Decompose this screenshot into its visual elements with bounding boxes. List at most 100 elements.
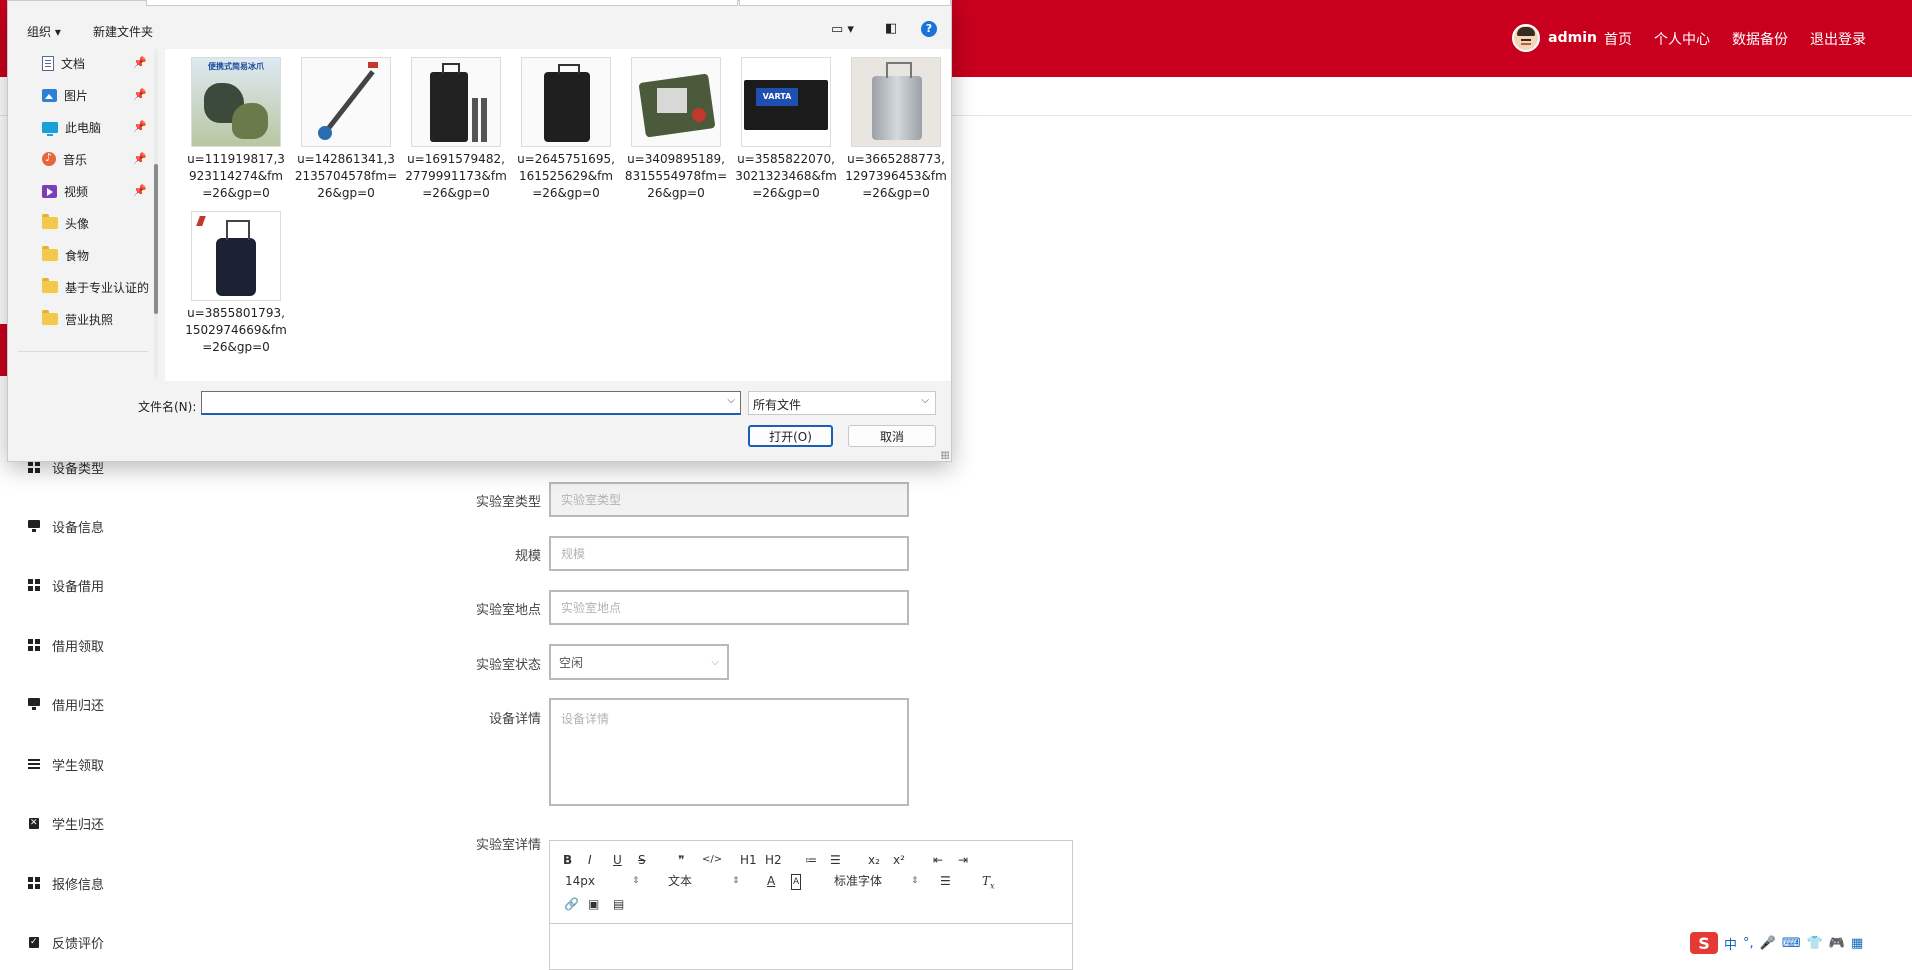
superscript-button[interactable]: x² [893, 853, 905, 867]
header-type-picker[interactable]: 文本 [668, 874, 692, 888]
strike-button[interactable]: S [638, 853, 646, 867]
top-nav: 首页 个人中心 数据备份 退出登录 [1604, 29, 1866, 49]
sidebar-item-borrow-return[interactable]: 借用归还 [28, 693, 104, 715]
resize-grip[interactable] [941, 451, 949, 459]
filetype-select[interactable]: 所有文件 ⌵ [748, 391, 936, 415]
mic-icon[interactable]: 🎤 [1760, 936, 1776, 951]
nav-folder-food[interactable]: 食物 [42, 245, 89, 265]
apps-icon[interactable]: ▦ [1851, 936, 1863, 951]
file-item[interactable]: VARTA u=3585822070,3021323468&fm=26&gp=0 [734, 57, 838, 202]
font-size-picker[interactable]: 14px [565, 874, 595, 888]
sidebar-item-student-return[interactable]: 学生归还 [28, 812, 104, 834]
location-input[interactable] [549, 590, 909, 625]
outdent-button[interactable]: ⇤ [933, 853, 943, 867]
sidebar-item-feedback[interactable]: 反馈评价 [28, 931, 104, 953]
file-thumbnail: 便携式简易冰爪 [191, 57, 281, 147]
cancel-button[interactable]: 取消 [848, 425, 936, 447]
nav-pictures[interactable]: 图片 [42, 85, 88, 105]
nav-backup[interactable]: 数据备份 [1732, 29, 1788, 49]
chevron-down-icon[interactable]: ⌵ [727, 395, 735, 406]
scrollbar-thumb[interactable] [154, 164, 158, 314]
align-icon[interactable]: ☰ [940, 874, 951, 888]
nav-folder-certification[interactable]: 基于专业认证的 [42, 277, 149, 297]
file-item[interactable]: u=3409895189,8315554978fm=26&gp=0 [624, 57, 728, 202]
file-item[interactable]: u=3665288773,1297396453&fm=26&gp=0 [844, 57, 948, 202]
sidebar-item-label: 报修信息 [52, 877, 105, 893]
file-name: u=3665288773,1297396453&fm=26&gp=0 [845, 152, 947, 200]
clear-format-icon[interactable]: Tx [982, 874, 995, 893]
gamepad-icon[interactable]: 🎮 [1829, 936, 1845, 951]
nav-folder-license[interactable]: 营业执照 [42, 309, 113, 329]
folder-icon [42, 278, 58, 293]
sidebar-item-borrow-collect[interactable]: 借用领取 [28, 634, 104, 656]
filename-input[interactable]: ⌵ [201, 391, 741, 415]
video-icon[interactable]: ▤ [613, 897, 624, 911]
sidebar-item-label: 学生归还 [52, 817, 105, 833]
sidebar-item-device-info[interactable]: 设备信息 [28, 515, 104, 537]
nav-logout[interactable]: 退出登录 [1810, 29, 1866, 49]
blockquote-button[interactable]: ❞ [678, 853, 684, 867]
h2-button[interactable]: H2 [765, 853, 782, 867]
clipboard-check-icon [28, 936, 40, 948]
dialog-command-bar: 组织 ▾ 新建文件夹 ▭ ▾ ◧ ? [8, 15, 951, 49]
bullet-list-button[interactable]: ☰ [830, 853, 841, 867]
file-name: u=142861341,32135704578fm=26&gp=0 [294, 152, 398, 200]
scale-input[interactable] [549, 536, 909, 571]
background-color-icon[interactable]: A [791, 874, 802, 890]
keyboard-icon[interactable]: ⌨ [1782, 936, 1801, 951]
file-item[interactable]: u=3855801793,1502974669&fm=26&gp=0 [184, 211, 288, 356]
pictures-icon [42, 88, 57, 102]
new-folder-button[interactable]: 新建文件夹 [93, 23, 153, 40]
document-icon [42, 55, 54, 71]
status-select[interactable]: 空闲 ⌵ [549, 644, 729, 680]
open-button[interactable]: 打开(O) [748, 425, 833, 447]
file-item[interactable]: u=142861341,32135704578fm=26&gp=0 [294, 57, 398, 202]
ime-toolbar[interactable]: S 中 °, 🎤 ⌨ 👕 🎮 ▦ [1690, 930, 1912, 956]
lab-type-input[interactable] [549, 482, 909, 517]
nav-documents[interactable]: 文档 [42, 53, 85, 73]
file-item[interactable]: u=1691579482,2779991173&fm=26&gp=0 [404, 57, 508, 202]
nav-home[interactable]: 首页 [1604, 29, 1632, 49]
device-detail-textarea[interactable] [549, 698, 909, 806]
sidebar-item-label: 设备借用 [52, 579, 105, 595]
file-item[interactable]: u=2645751695,161525629&fm=26&gp=0 [514, 57, 618, 202]
subscript-button[interactable]: x₂ [868, 853, 880, 867]
organize-button[interactable]: 组织 ▾ [27, 23, 61, 40]
nav-folder-avatar[interactable]: 头像 [42, 213, 89, 233]
sogou-icon[interactable]: S [1690, 932, 1718, 954]
nav-music[interactable]: 音乐 [42, 149, 87, 169]
image-icon[interactable]: ▣ [588, 897, 599, 911]
address-bar[interactable] [146, 0, 738, 6]
sidebar-item-label: 借用归还 [52, 698, 105, 714]
preview-pane-icon[interactable]: ◧ [885, 21, 897, 36]
link-icon[interactable]: 🔗 [564, 897, 579, 911]
help-icon[interactable]: ? [921, 21, 937, 37]
font-family-picker[interactable]: 标准字体 [834, 874, 882, 888]
view-icon[interactable]: ▭ ▾ [831, 22, 854, 37]
indent-button[interactable]: ⇥ [958, 853, 968, 867]
search-box[interactable] [739, 0, 951, 6]
code-block-button[interactable]: </> [702, 853, 722, 867]
ordered-list-button[interactable]: ≔ [805, 853, 817, 867]
sidebar-item-student-collect[interactable]: 学生领取 [28, 753, 104, 775]
sidebar-item-repair-info[interactable]: 报修信息 [28, 872, 104, 894]
clipboard-x-icon [28, 817, 40, 829]
ime-mode[interactable]: 中 [1724, 934, 1737, 953]
nav-scrollbar[interactable] [154, 49, 158, 379]
file-thumbnail [521, 57, 611, 147]
bold-button[interactable]: B [563, 853, 572, 867]
font-color-icon[interactable]: A [767, 874, 775, 888]
underline-button[interactable]: U [613, 853, 622, 867]
file-name: u=3409895189,8315554978fm=26&gp=0 [624, 152, 728, 200]
skin-icon[interactable]: 👕 [1807, 936, 1823, 951]
user-info[interactable]: admin [1512, 24, 1597, 52]
nav-videos[interactable]: 视频 [42, 181, 88, 201]
h1-button[interactable]: H1 [740, 853, 757, 867]
nav-this-pc[interactable]: 此电脑 [42, 117, 101, 137]
nav-profile[interactable]: 个人中心 [1654, 29, 1710, 49]
avatar[interactable] [1512, 24, 1541, 52]
file-item[interactable]: 便携式简易冰爪 u=111919817,3923114274&fm=26&gp=… [184, 57, 288, 202]
italic-button[interactable]: I [588, 853, 592, 867]
sidebar-item-device-borrow[interactable]: 设备借用 [28, 574, 104, 596]
punctuation-icon[interactable]: °, [1743, 936, 1754, 951]
